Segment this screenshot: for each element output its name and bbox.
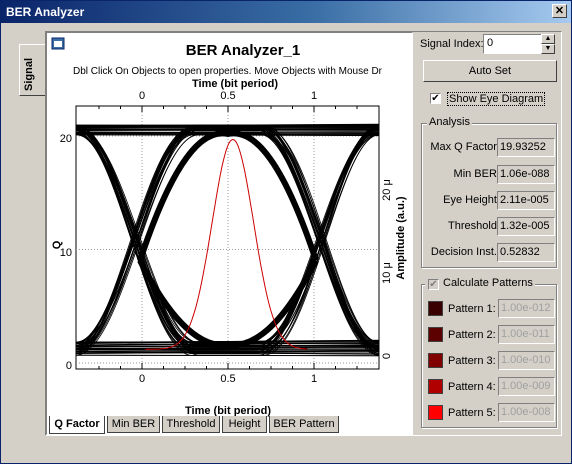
tab-height[interactable]: Height <box>222 416 267 433</box>
checkmark-icon: ✔ <box>431 93 440 104</box>
window-title: BER Analyzer <box>6 5 85 19</box>
pattern-1-label: Pattern 1: <box>448 303 496 315</box>
left-tick-label: 0 <box>66 360 72 372</box>
top-tick-label: 1 <box>311 90 317 102</box>
top-tick-label: 0 <box>139 90 145 102</box>
signal-index-label: Signal Index: <box>420 38 484 50</box>
right-tick-label: 20 μ <box>381 179 393 201</box>
left-tick-label: 20 <box>60 133 72 145</box>
analysis-title: Analysis <box>427 116 472 128</box>
max-q-value: 19.93252 <box>497 138 555 157</box>
show-eye-checkbox[interactable]: ✔ <box>430 93 441 104</box>
plot-window-icon[interactable] <box>51 37 65 50</box>
pattern-1-value: 1.00e-012 <box>498 299 555 318</box>
tab-signal[interactable]: Signal <box>19 44 46 96</box>
checkmark-icon: ✔ <box>429 279 438 290</box>
left-axis-title: Q <box>51 240 63 249</box>
decision-inst-label: Decision Inst.: <box>430 246 500 258</box>
min-ber-value: 1.06e-088 <box>497 165 555 184</box>
pattern-3-label: Pattern 3: <box>448 355 496 367</box>
controls-panel: Signal Index: 0 ▲ ▼ Auto Set ✔ Show Eye … <box>415 32 561 435</box>
bottom-tick-label: 0 <box>139 373 145 385</box>
signal-index-input[interactable]: 0 <box>483 34 543 54</box>
spin-down-icon: ▼ <box>544 45 552 52</box>
calculate-patterns-checkbox[interactable]: ✔ <box>428 279 439 290</box>
tab-q-factor[interactable]: Q Factor <box>49 416 105 434</box>
eye-height-value: 2.11e-005 <box>497 191 555 210</box>
threshold-label: Threshold: <box>448 220 500 232</box>
pattern-2-color-swatch[interactable] <box>428 327 443 342</box>
tab-signal-label: Signal <box>23 57 35 91</box>
pattern-1-color-swatch[interactable] <box>428 301 443 316</box>
tab-ber-pattern[interactable]: BER Pattern <box>269 416 339 433</box>
tab-min-ber[interactable]: Min BER <box>107 416 160 433</box>
decision-inst-value: 0.52832 <box>497 243 555 262</box>
min-ber-label: Min BER: <box>453 168 500 180</box>
plot-subtitle: Dbl Click On Objects to open properties.… <box>73 66 383 77</box>
spin-up-icon: ▲ <box>544 35 552 42</box>
calculate-patterns-label: Calculate Patterns <box>425 277 535 289</box>
pattern-5-color-swatch[interactable] <box>428 405 443 420</box>
pattern-4-color-swatch[interactable] <box>428 379 443 394</box>
max-q-label: Max Q Factor: <box>430 141 500 153</box>
plot-panel[interactable]: BER Analyzer_1 Dbl Click On Objects to o… <box>46 32 413 435</box>
close-button[interactable]: ✕ <box>552 4 567 18</box>
auto-set-button[interactable]: Auto Set <box>423 60 557 82</box>
right-tick-label: 10 μ <box>381 262 393 284</box>
pattern-4-value: 1.00e-009 <box>498 377 555 396</box>
spin-up-button[interactable]: ▲ <box>541 34 555 44</box>
signal-index-value: 0 <box>487 37 494 49</box>
spin-down-button[interactable]: ▼ <box>541 44 555 54</box>
pattern-2-value: 1.00e-011 <box>498 325 555 344</box>
bottom-tick-label: 1 <box>311 373 317 385</box>
right-tick-label: 0 <box>381 353 393 359</box>
plot-title: BER Analyzer_1 <box>186 42 301 59</box>
pattern-5-label: Pattern 5: <box>448 407 496 419</box>
eye-diagram-plot[interactable]: BER Analyzer_1 Dbl Click On Objects to o… <box>47 33 412 434</box>
title-bar[interactable]: BER Analyzer ✕ <box>1 1 571 23</box>
tab-threshold[interactable]: Threshold <box>162 416 220 433</box>
pattern-3-value: 1.00e-010 <box>498 351 555 370</box>
ber-analyzer-window: BER Analyzer ✕ Signal BER Analyzer_1 Dbl… <box>0 0 572 464</box>
close-icon: ✕ <box>554 5 565 17</box>
patterns-group: Calculate Patterns ✔ Pattern 1: 1.00e-01… <box>421 277 557 428</box>
pattern-4-label: Pattern 4: <box>448 381 496 393</box>
eye-height-label: Eye Height: <box>443 194 500 206</box>
top-axis-title: Time (bit period) <box>192 78 278 90</box>
pattern-5-value: 1.00e-008 <box>498 403 555 422</box>
top-tick-label: 0.5 <box>220 90 235 102</box>
analysis-group: Analysis Max Q Factor: 19.93252 Min BER:… <box>421 116 557 268</box>
pattern-2-label: Pattern 2: <box>448 329 496 341</box>
bottom-tick-label: 0.5 <box>220 373 235 385</box>
threshold-value: 1.32e-005 <box>497 217 555 236</box>
show-eye-label[interactable]: Show Eye Diagram <box>447 92 546 106</box>
right-axis-title: Amplitude (a.u.) <box>395 196 407 279</box>
pattern-3-color-swatch[interactable] <box>428 353 443 368</box>
